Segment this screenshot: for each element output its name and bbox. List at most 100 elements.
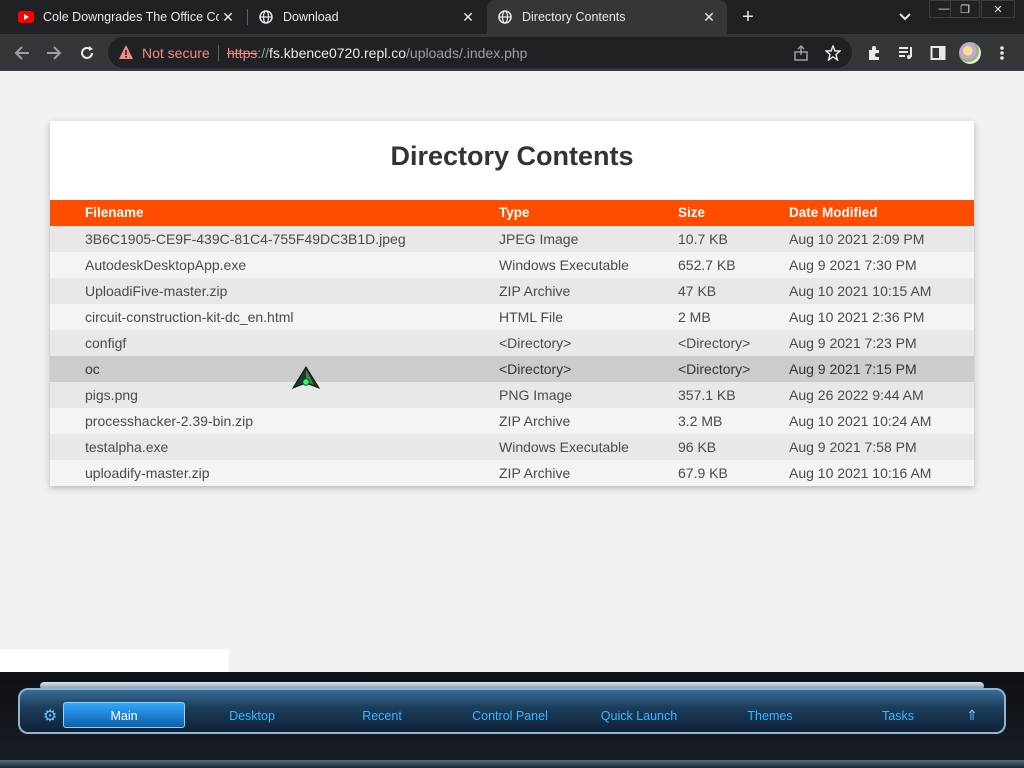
gear-icon[interactable]: ⚙ [40, 706, 60, 726]
page-title: Directory Contents [390, 141, 634, 171]
table-row[interactable]: 3B6C1905-CE9F-439C-81C4-755F49DC3B1D.jpe… [50, 226, 974, 252]
file-date: Aug 9 2021 7:23 PM [789, 335, 917, 351]
tab-title: Directory Contents [522, 10, 626, 24]
column-header-filename[interactable]: Filename [85, 200, 144, 226]
url-text[interactable]: https://fs.kbence0720.repl.co/uploads/.i… [227, 45, 527, 61]
file-date: Aug 10 2021 10:24 AM [789, 413, 932, 429]
media-control-icon[interactable] [895, 42, 917, 64]
close-icon[interactable]: ✕ [460, 9, 476, 25]
profile-avatar[interactable] [959, 42, 981, 64]
column-header-type[interactable]: Type [499, 200, 530, 226]
extensions-icon[interactable] [863, 42, 885, 64]
file-date: Aug 10 2021 10:15 AM [789, 283, 932, 299]
table-row-hovered[interactable]: oc <Directory> <Directory> Aug 9 2021 7:… [50, 356, 974, 382]
youtube-icon [18, 9, 34, 25]
warning-icon [118, 44, 134, 60]
back-button[interactable] [11, 42, 33, 64]
file-name[interactable]: testalpha.exe [85, 434, 168, 460]
file-type: <Directory> [499, 361, 572, 377]
table-row[interactable]: testalpha.exe Windows Executable 96 KB A… [50, 434, 974, 460]
tab-strip: Cole Downgrades The Office Computer ✕ Do… [0, 0, 1024, 34]
tab-youtube[interactable]: Cole Downgrades The Office Computer ✕ [8, 0, 246, 34]
table-row[interactable]: AutodeskDesktopApp.exe Windows Executabl… [50, 252, 974, 278]
file-size: 67.9 KB [678, 465, 728, 481]
page-viewport: Directory Contents Filename Type Size Da… [0, 71, 1024, 673]
taskbar: ⚙ Main Desktop Recent Control Panel Quic… [0, 672, 1024, 768]
file-type: ZIP Archive [499, 283, 571, 299]
file-type: ZIP Archive [499, 413, 571, 429]
file-size: 357.1 KB [678, 387, 736, 403]
file-name[interactable]: circuit-construction-kit-dc_en.html [85, 304, 294, 330]
mouse-cursor-icon [291, 366, 321, 392]
file-size: <Directory> [678, 361, 751, 377]
forward-button[interactable] [43, 42, 65, 64]
file-date: Aug 26 2022 9:44 AM [789, 387, 924, 403]
close-icon[interactable]: ✕ [220, 9, 236, 25]
taskbar-bottom-edge [0, 760, 1024, 768]
globe-icon [497, 9, 513, 25]
taskbar-item-themes[interactable]: Themes [720, 706, 820, 726]
file-size: <Directory> [678, 335, 751, 351]
table-row[interactable]: circuit-construction-kit-dc_en.html HTML… [50, 304, 974, 330]
tab-download[interactable]: Download ✕ [248, 0, 486, 34]
file-name[interactable]: configf [85, 330, 126, 356]
side-panel-icon[interactable] [927, 42, 949, 64]
taskbar-item-desktop[interactable]: Desktop [202, 706, 302, 726]
globe-icon [258, 9, 274, 25]
table-header: Filename Type Size Date Modified [50, 200, 974, 226]
file-type: HTML File [499, 309, 564, 325]
restore-button[interactable]: ❐ [950, 0, 980, 18]
tab-directory-contents[interactable]: Directory Contents ✕ [487, 0, 727, 34]
file-name[interactable]: uploadify-master.zip [85, 460, 210, 486]
file-date: Aug 9 2021 7:15 PM [789, 361, 917, 377]
arrow-up-icon[interactable]: ⇑ [963, 705, 981, 725]
table-row[interactable]: pigs.png PNG Image 357.1 KB Aug 26 2022 … [50, 382, 974, 408]
status-strip [0, 649, 229, 673]
chevron-down-icon[interactable] [896, 8, 914, 26]
file-date: Aug 10 2021 2:36 PM [789, 309, 925, 325]
file-name[interactable]: processhacker-2.39-bin.zip [85, 408, 253, 434]
divider [218, 45, 219, 61]
close-icon[interactable]: ✕ [701, 9, 717, 25]
taskbar-item-main[interactable]: Main [63, 702, 185, 728]
tab-title: Cole Downgrades The Office Computer [43, 10, 219, 24]
share-icon[interactable] [792, 44, 810, 62]
taskbar-item-quick-launch[interactable]: Quick Launch [584, 706, 694, 726]
file-name[interactable]: pigs.png [85, 382, 138, 408]
reload-button[interactable] [76, 42, 98, 64]
menu-icon[interactable] [991, 42, 1013, 64]
column-header-size[interactable]: Size [678, 200, 705, 226]
url-scheme: https [227, 45, 258, 61]
taskbar-item-control-panel[interactable]: Control Panel [455, 706, 565, 726]
column-header-date[interactable]: Date Modified [789, 200, 878, 226]
url-path: /uploads/.index.php [406, 45, 528, 61]
close-window-button[interactable]: ✕ [981, 0, 1015, 18]
file-size: 47 KB [678, 283, 717, 299]
taskbar-item-tasks[interactable]: Tasks [848, 706, 948, 726]
file-size: 96 KB [678, 439, 717, 455]
file-type: PNG Image [499, 387, 573, 403]
directory-card: Directory Contents Filename Type Size Da… [50, 121, 974, 486]
table-row[interactable]: processhacker-2.39-bin.zip ZIP Archive 3… [50, 408, 974, 434]
file-size: 652.7 KB [678, 257, 736, 273]
file-size: 10.7 KB [678, 231, 728, 247]
table-row[interactable]: UploadiFive-master.zip ZIP Archive 47 KB… [50, 278, 974, 304]
table-row[interactable]: configf <Directory> <Directory> Aug 9 20… [50, 330, 974, 356]
file-name[interactable]: UploadiFive-master.zip [85, 278, 227, 304]
new-tab-button[interactable]: + [737, 6, 759, 28]
taskbar-item-recent[interactable]: Recent [332, 706, 432, 726]
url-host: fs.kbence0720.repl.co [269, 45, 407, 61]
tab-title: Download [283, 10, 339, 24]
file-name[interactable]: 3B6C1905-CE9F-439C-81C4-755F49DC3B1D.jpe… [85, 226, 406, 252]
file-date: Aug 9 2021 7:30 PM [789, 257, 917, 273]
file-type: Windows Executable [499, 257, 629, 273]
table-row[interactable]: uploadify-master.zip ZIP Archive 67.9 KB… [50, 460, 974, 486]
file-name[interactable]: oc [85, 356, 100, 382]
file-size: 2 MB [678, 309, 711, 325]
star-icon[interactable] [824, 44, 842, 62]
file-name[interactable]: AutodeskDesktopApp.exe [85, 252, 246, 278]
address-bar[interactable]: Not secure https://fs.kbence0720.repl.co… [108, 37, 852, 68]
file-date: Aug 10 2021 2:09 PM [789, 231, 925, 247]
file-type: ZIP Archive [499, 465, 571, 481]
security-status[interactable]: Not secure [142, 45, 210, 61]
